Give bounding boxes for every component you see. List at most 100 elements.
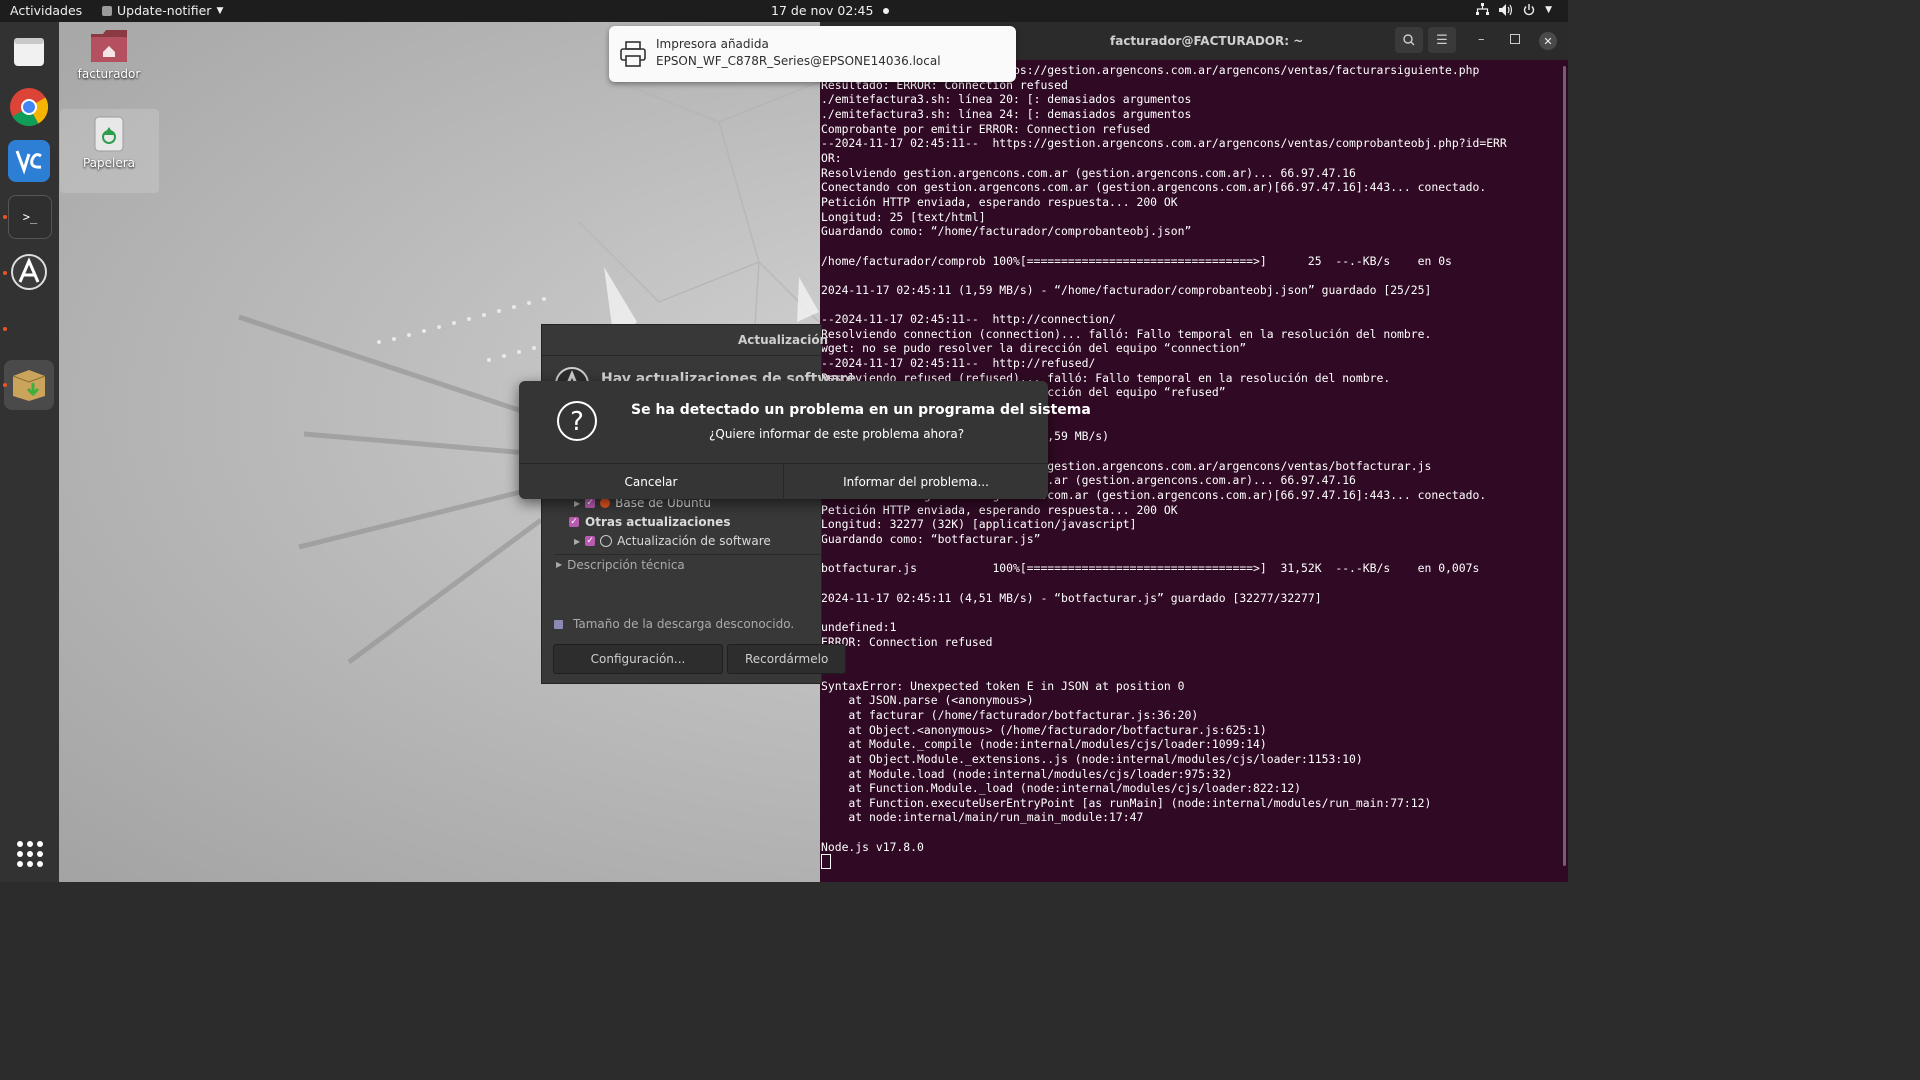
terminal-line: at Module._compile (node:internal/module…: [821, 737, 1267, 752]
info-icon: [554, 619, 563, 629]
terminal-line: Comprobante por emitir ERROR: Connection…: [821, 121, 1151, 136]
chevron-down-icon: ▼: [216, 5, 224, 16]
activities-button[interactable]: Actividades: [10, 3, 82, 18]
running-indicator: [3, 271, 7, 275]
system-tray[interactable]: ▼: [1476, 3, 1552, 16]
terminal-line: at Module.load (node:internal/modules/cj…: [821, 766, 1233, 781]
terminal-line: SyntaxError: Unexpected token E in JSON …: [821, 678, 1185, 693]
clock-label: 17 de nov 02:45: [771, 3, 874, 18]
checkbox[interactable]: ✓: [569, 517, 579, 527]
terminal-line: Guardando como: “botfacturar.js”: [821, 532, 1041, 546]
question-icon: ?: [557, 401, 597, 441]
running-indicator: [3, 383, 7, 387]
notification-dot-icon: [883, 7, 890, 14]
download-size-row: Tamaño de la descarga desconocido.: [554, 617, 794, 631]
terminal-line: at Function.executeUserEntryPoint [as ru…: [821, 795, 1432, 810]
settings-button[interactable]: Configuración...: [553, 644, 723, 674]
terminal-icon: >_: [22, 210, 38, 224]
volume-icon: [1499, 3, 1513, 16]
minimize-icon[interactable]: –: [1478, 32, 1485, 47]
terminal-scrollbar[interactable]: [1563, 66, 1566, 866]
chrome-icon: [10, 88, 49, 127]
running-indicator: [3, 215, 7, 219]
terminal-menu-button[interactable]: ☰: [1428, 27, 1456, 53]
printer-notification[interactable]: Impresora añadida EPSON_WF_C878R_Series@…: [609, 26, 1016, 82]
dock-chrome[interactable]: [8, 86, 50, 128]
update-titlebar[interactable]: Actualización: [542, 325, 828, 356]
terminal-line: botfacturar.js 100%[====================…: [821, 561, 1480, 576]
technical-description-expander[interactable]: ▶ Descripción técnica: [556, 558, 685, 572]
package-installer-icon: [12, 370, 46, 401]
notification-title: Impresora añadida: [656, 37, 769, 51]
terminal-line: Conectando con gestion.argencons.com.ar …: [821, 180, 1487, 195]
software-updater-icon: [11, 254, 47, 290]
terminal-line: at Function.Module._load (node:internal/…: [821, 781, 1302, 796]
app-menu[interactable]: Update-notifier ▼: [102, 3, 223, 18]
terminal-prompt-line[interactable]: [821, 854, 1561, 870]
report-problem-button[interactable]: Informar del problema...: [784, 464, 1048, 500]
terminal-line: Guardando como: “/home/facturador/compro…: [821, 224, 1192, 239]
desktop-icon-home[interactable]: facturador: [59, 28, 159, 81]
dock-terminal[interactable]: >_: [8, 195, 52, 239]
remind-later-button[interactable]: Recordármelo: [727, 644, 846, 674]
terminal-line: undefined:1: [821, 619, 897, 634]
terminal-line: --2024-11-17 02:45:11-- http://connectio…: [821, 312, 1116, 327]
terminal-line: Petición HTTP enviada, esperando respues…: [821, 194, 1178, 209]
cancel-button[interactable]: Cancelar: [519, 464, 783, 500]
terminal-line: ./emitefactura3.sh: línea 24: [: demasia…: [821, 106, 1192, 121]
terminal-line: Longitud: 25 [text/html]: [821, 209, 986, 224]
hamburger-menu-icon: ☰: [1436, 32, 1448, 48]
terminal-line: /home/facturador/comprob 100%[==========…: [821, 253, 1452, 268]
terminal-line: at Object.Module._extensions..js (node:i…: [821, 751, 1363, 766]
terminal-line: Longitud: 32277 (32K) [application/javas…: [821, 517, 1137, 532]
terminal-line: at JSON.parse (<anonymous>): [821, 693, 1034, 708]
close-icon: ✕: [1543, 34, 1553, 48]
terminal-line: --2024-11-17 02:45:11-- https://gestion.…: [821, 136, 1507, 151]
notification-body: EPSON_WF_C878R_Series@EPSONE14036.local: [656, 54, 941, 68]
desktop-icon-trash[interactable]: Papelera: [59, 115, 159, 170]
terminal-line: wget: no se pudo resolver la dirección d…: [821, 341, 1247, 356]
dialog-subtitle: ¿Quiere informar de este problema ahora?: [709, 427, 965, 441]
list-item[interactable]: ▶ ✓ Actualización de software: [574, 534, 771, 548]
dock-package-installer[interactable]: [4, 360, 54, 410]
terminal-line: --2024-11-17 02:45:11-- http://refused/: [821, 356, 1096, 371]
terminal-search-button[interactable]: [1395, 27, 1423, 53]
terminal-line: ^: [821, 649, 1561, 664]
terminal-line: OR:: [821, 150, 842, 165]
dock-software-updater[interactable]: [8, 251, 50, 293]
show-apps-button[interactable]: [17, 841, 43, 867]
dock-vscode[interactable]: [8, 140, 50, 182]
terminal-line: at facturar (/home/facturador/botfactura…: [821, 707, 1199, 722]
search-icon: [1403, 34, 1415, 46]
dock: >_: [0, 22, 59, 882]
close-button[interactable]: ✕: [1539, 32, 1557, 50]
terminal-line: at Object.<anonymous> (/home/facturador/…: [821, 722, 1267, 737]
top-bar: Actividades Update-notifier ▼ 17 de nov …: [0, 0, 1568, 22]
update-window[interactable]: Actualización Hay actualizaciones de sof…: [541, 324, 856, 684]
trash-icon: [94, 116, 124, 152]
chevron-down-icon: ▼: [1545, 4, 1552, 15]
update-title: Actualización: [738, 333, 829, 347]
app-menu-label: Update-notifier: [117, 3, 212, 18]
running-indicator: [3, 327, 7, 331]
clock[interactable]: 17 de nov 02:45: [771, 3, 890, 18]
terminal-line: Petición HTTP enviada, esperando respues…: [821, 502, 1178, 517]
dialog-title: Se ha detectado un problema en un progra…: [631, 402, 1091, 418]
download-size-label: Tamaño de la descarga desconocido.: [573, 617, 795, 631]
list-item[interactable]: ✓ Otras actualizaciones: [569, 515, 730, 529]
expander-icon: ▶: [556, 560, 563, 569]
svg-text:?: ?: [570, 407, 584, 437]
dock-files[interactable]: [8, 31, 50, 73]
problem-report-dialog[interactable]: ? Se ha detectado un problema en un prog…: [519, 381, 1091, 500]
terminal-title: facturador@FACTURADOR: ~: [1110, 34, 1304, 48]
expander-icon: ▶: [574, 536, 581, 546]
network-icon: [1476, 3, 1490, 15]
power-icon: [1523, 3, 1535, 15]
checkbox[interactable]: ✓: [585, 536, 596, 546]
maximize-icon[interactable]: [1510, 34, 1520, 44]
